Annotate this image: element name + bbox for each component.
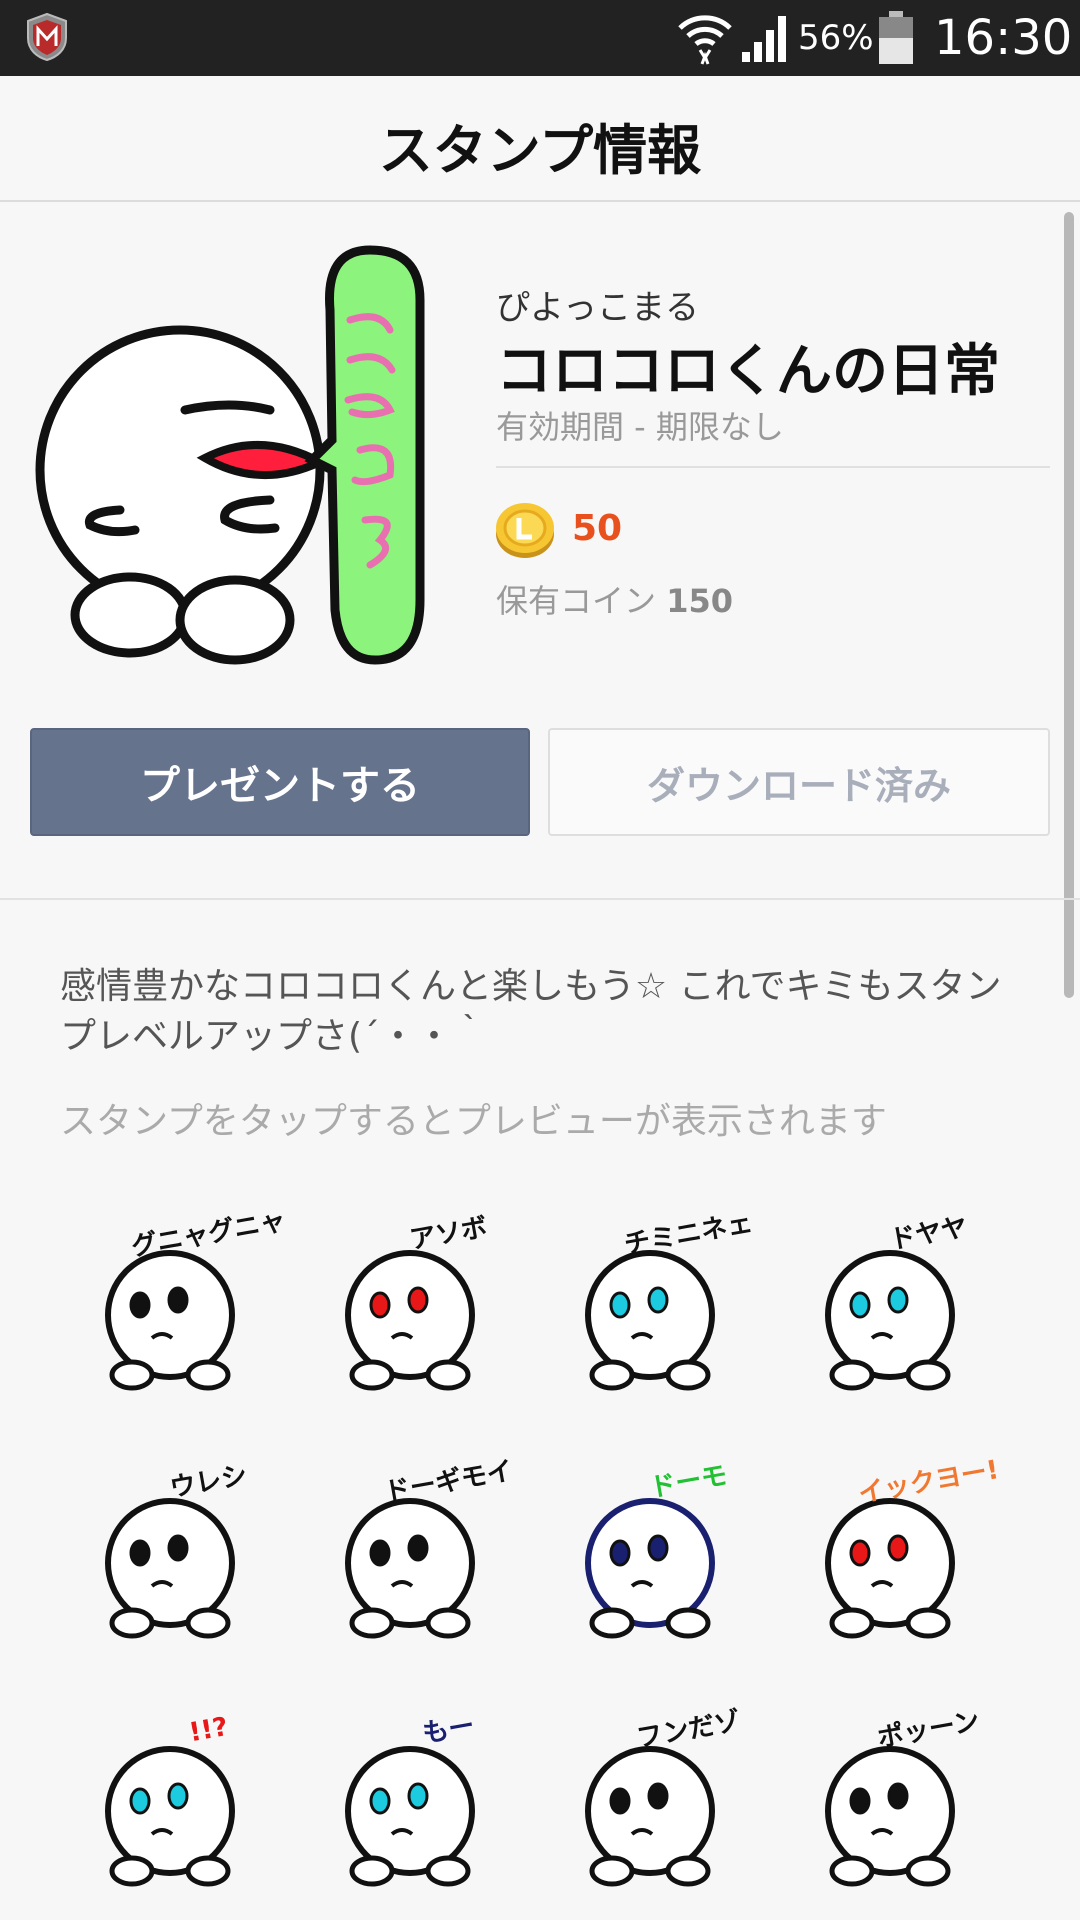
sticker-caption: ポッーン — [875, 1705, 982, 1753]
sticker-caption: ウレシ — [168, 1461, 250, 1504]
clock: 16:30 — [934, 10, 1073, 66]
owned-coins-value: 150 — [666, 582, 733, 620]
coin-icon — [496, 503, 554, 558]
sticker-caption: グニャグニャ — [129, 1206, 288, 1263]
sticker-thumbnail[interactable]: ドーギモイ — [300, 1438, 540, 1688]
owned-coins-label: 保有コイン — [496, 582, 657, 620]
sticker-character: ドーギモイ — [345, 1456, 515, 1639]
sticker-caption: !!? — [187, 1712, 230, 1748]
sticker-caption: ドーモ — [648, 1461, 730, 1504]
present-button[interactable]: プレゼントする — [30, 728, 530, 836]
sticker-character: ドーモ — [585, 1461, 730, 1639]
sticker-thumbnail[interactable]: ドーモ — [540, 1438, 780, 1688]
app-header: スタンプ情報 — [0, 76, 1080, 202]
sticker-thumbnail[interactable]: アソボ — [300, 1190, 540, 1440]
battery-percentage: 56% — [798, 18, 874, 58]
sticker-thumbnail[interactable]: !!? — [60, 1686, 300, 1920]
sticker-character: ウレシ — [105, 1461, 250, 1639]
preview-hint: スタンプをタップするとプレビューが表示されます — [60, 1101, 887, 1142]
sticker-caption: ドヤヤ — [888, 1213, 970, 1256]
page-title: スタンプ情報 — [378, 119, 702, 182]
sticker-character: アソボ — [345, 1213, 490, 1391]
sticker-caption: ドーギモイ — [382, 1456, 515, 1508]
creator-name[interactable]: ぴよっこまる — [496, 280, 699, 329]
wifi-icon — [678, 15, 732, 65]
sticker-caption: フンだゾ — [634, 1705, 742, 1754]
sticker-character: ポッーン — [825, 1705, 982, 1887]
sticker-thumbnail[interactable]: もー — [300, 1686, 540, 1920]
scrollbar[interactable] — [1064, 212, 1074, 998]
info-divider — [496, 466, 1050, 468]
price-coins: 50 — [572, 508, 623, 549]
sticker-caption: アソボ — [408, 1213, 490, 1256]
sticker-character: もー — [345, 1711, 477, 1887]
sticker-thumbnail[interactable]: ドヤヤ — [780, 1190, 1020, 1440]
sticker-pack-name: コロコロくんの日常 — [496, 339, 1000, 404]
sticker-thumbnail[interactable]: ウレシ — [60, 1438, 300, 1688]
battery-icon — [879, 11, 913, 64]
status-bar: 56% 16:30 — [0, 0, 1080, 76]
section-divider — [0, 898, 1080, 900]
sticker-character: イックヨー! — [825, 1455, 1001, 1639]
sticker-caption: チミニネェ — [622, 1208, 755, 1260]
sticker-character: グニャグニャ — [105, 1206, 288, 1391]
sticker-thumbnail[interactable]: ポッーン — [780, 1686, 1020, 1920]
sticker-character: フンだゾ — [585, 1705, 743, 1887]
sticker-thumbnail[interactable]: イックヨー! — [780, 1438, 1020, 1688]
pack-description: 感情豊かなコロコロくんと楽しもう☆ これでキミもスタンプレベルアップさ(´・・｀ — [60, 966, 1002, 1057]
downloaded-button[interactable]: ダウンロード済み — [548, 728, 1050, 836]
sticker-caption: もー — [420, 1711, 476, 1750]
sticker-caption: イックヨー! — [856, 1455, 1001, 1509]
sticker-character: ドヤヤ — [825, 1213, 970, 1391]
owned-coins: 保有コイン 150 — [496, 576, 733, 622]
sticker-thumbnail[interactable]: チミニネェ — [540, 1190, 780, 1440]
sticker-character: !!? — [105, 1712, 235, 1887]
validity-period: 有効期間 - 期限なし — [496, 408, 784, 446]
sticker-thumbnail[interactable]: フンだゾ — [540, 1686, 780, 1920]
sticker-thumbnail[interactable]: グニャグニャ — [60, 1190, 300, 1440]
main-sticker-image — [35, 245, 425, 665]
signal-icon — [742, 16, 786, 62]
sticker-character: チミニネェ — [585, 1208, 755, 1391]
mcafee-shield-icon — [27, 12, 67, 62]
